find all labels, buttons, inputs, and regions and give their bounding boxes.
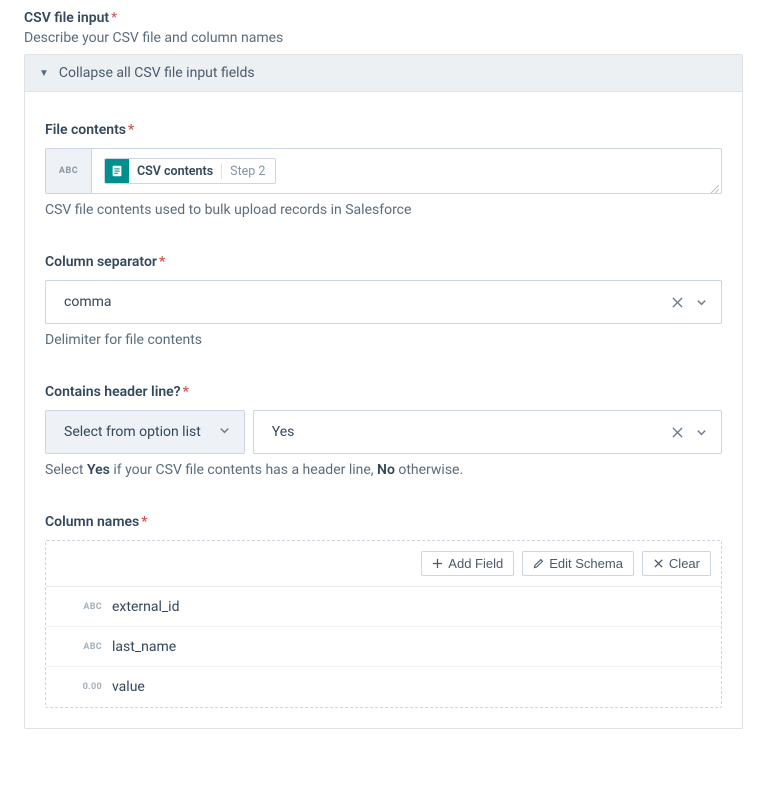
required-indicator: * xyxy=(183,384,189,400)
schema-rows: ABC external_id ABC last_name 0.00 value xyxy=(46,587,721,707)
section-title: CSV file input xyxy=(24,10,109,26)
file-contents-label: File contents* xyxy=(45,122,722,138)
required-indicator: * xyxy=(111,10,117,26)
column-name: external_id xyxy=(112,599,179,615)
required-indicator: * xyxy=(141,514,147,530)
plus-icon xyxy=(432,558,443,569)
chevron-down-icon xyxy=(219,425,230,439)
file-contents-help: CSV file contents used to bulk upload re… xyxy=(45,202,722,218)
type-badge: ABC xyxy=(58,602,112,612)
type-badge: ABC xyxy=(58,642,112,652)
csv-contents-pill[interactable]: CSV contents Step 2 xyxy=(104,158,276,184)
file-contents-body: CSV contents Step 2 xyxy=(92,149,721,193)
close-icon xyxy=(653,558,664,569)
header-line-value: Yes xyxy=(272,424,665,440)
chevron-down-icon[interactable] xyxy=(689,290,713,314)
column-names-label: Column names* xyxy=(45,514,722,530)
clear-button[interactable]: Clear xyxy=(642,551,711,576)
pencil-icon xyxy=(533,558,544,569)
header-line-help: Select Yes if your CSV file contents has… xyxy=(45,462,722,478)
column-separator-value: comma xyxy=(64,294,665,310)
add-field-button[interactable]: Add Field xyxy=(421,551,514,576)
schema-row[interactable]: ABC last_name xyxy=(46,627,721,667)
resize-handle-icon[interactable] xyxy=(709,181,719,191)
pill-main-text: CSV contents xyxy=(129,164,221,179)
schema-toolbar: Add Field Edit Schema Clear xyxy=(46,541,721,587)
clear-icon[interactable] xyxy=(665,420,689,444)
column-name: value xyxy=(112,679,145,695)
csv-file-icon xyxy=(105,159,129,183)
schema-row[interactable]: ABC external_id xyxy=(46,587,721,627)
column-separator-select[interactable]: comma xyxy=(45,280,722,324)
chevron-down-icon: ▼ xyxy=(39,68,49,79)
chevron-down-icon[interactable] xyxy=(689,420,713,444)
fields-panel: File contents* ABC CSV contents Step 2 C… xyxy=(24,92,743,729)
schema-row[interactable]: 0.00 value xyxy=(46,667,721,707)
collapse-toggle[interactable]: ▼ Collapse all CSV file input fields xyxy=(24,54,743,92)
column-name: last_name xyxy=(112,639,176,655)
column-separator-field: Column separator* comma Delimiter for fi… xyxy=(45,254,722,348)
type-badge-abc: ABC xyxy=(46,149,92,193)
column-separator-help: Delimiter for file contents xyxy=(45,332,722,348)
header-line-label: Contains header line?* xyxy=(45,384,722,400)
schema-box: Add Field Edit Schema Clear ABC external… xyxy=(45,540,722,708)
type-badge: 0.00 xyxy=(58,682,112,692)
pill-step-text: Step 2 xyxy=(221,164,275,179)
required-indicator: * xyxy=(159,254,165,270)
file-contents-field: File contents* ABC CSV contents Step 2 C… xyxy=(45,122,722,218)
required-indicator: * xyxy=(128,122,134,138)
clear-icon[interactable] xyxy=(665,290,689,314)
section-description: Describe your CSV file and column names xyxy=(24,30,743,46)
file-contents-input[interactable]: ABC CSV contents Step 2 xyxy=(45,148,722,194)
column-names-field: Column names* Add Field Edit Schema Clea… xyxy=(45,514,722,708)
option-mode-select[interactable]: Select from option list xyxy=(45,410,245,454)
column-separator-label: Column separator* xyxy=(45,254,722,270)
edit-schema-button[interactable]: Edit Schema xyxy=(522,551,634,576)
option-mode-label: Select from option list xyxy=(64,424,201,440)
header-line-select[interactable]: Yes xyxy=(253,410,722,454)
header-line-field: Contains header line?* Select from optio… xyxy=(45,384,722,478)
collapse-label: Collapse all CSV file input fields xyxy=(59,65,255,81)
section-header: CSV file input* Describe your CSV file a… xyxy=(24,10,743,46)
